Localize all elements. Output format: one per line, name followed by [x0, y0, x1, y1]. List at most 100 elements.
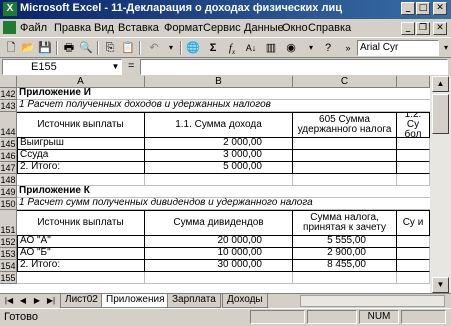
cell-d145[interactable] [397, 138, 430, 150]
print-icon[interactable]: 🖶 [61, 40, 77, 56]
minimize-icon[interactable]: _ [401, 2, 415, 15]
cell-c144[interactable]: 605 Сумма удержанного налога [293, 112, 397, 138]
cell-c147[interactable] [293, 162, 397, 174]
prev-sheet-icon[interactable]: ◀ [17, 295, 29, 307]
doc-close-icon[interactable]: ✕ [433, 22, 447, 35]
cell-b153[interactable]: 10 000,00 [145, 248, 293, 260]
row-header[interactable]: 145 [0, 138, 17, 150]
last-sheet-icon[interactable]: ▶| [45, 295, 57, 307]
cell-a146[interactable]: Ссуда [17, 150, 145, 162]
workbook-icon[interactable] [3, 21, 16, 34]
cell-a149[interactable]: Приложение К [17, 186, 430, 198]
cell-a142[interactable]: Приложение И [17, 88, 430, 100]
cell-b147[interactable]: 5 000,00 [145, 162, 293, 174]
cell-d152[interactable] [397, 236, 430, 248]
cell-c152[interactable]: 5 555,00 [293, 236, 397, 248]
cell-b146[interactable]: 3 000,00 [145, 150, 293, 162]
hyperlink-icon[interactable]: 🌐 [185, 40, 201, 56]
cell-a154[interactable]: 2. Итого: [17, 260, 145, 272]
name-box-dropdown-icon[interactable]: ▼ [110, 60, 121, 73]
menu-window[interactable]: Окно [282, 22, 308, 34]
cell-a144[interactable]: Источник выплаты [17, 112, 145, 138]
spreadsheet-grid[interactable]: A B C 142 Приложение И 143 1 Расчет получен… [0, 76, 451, 293]
column-header-a[interactable]: A [17, 76, 145, 88]
column-header-b[interactable]: B [145, 76, 293, 88]
cell-b148[interactable] [145, 174, 293, 186]
menu-tools[interactable]: Сервис [203, 22, 241, 34]
cell-d154[interactable] [397, 260, 430, 272]
zoom-dropdown-icon[interactable]: ▾ [303, 40, 319, 56]
scroll-thumb[interactable] [432, 94, 449, 134]
copy-icon[interactable]: ⎘ [102, 40, 118, 56]
select-all-corner[interactable] [0, 76, 17, 88]
sheet-tab-list02[interactable]: Лист02 [60, 294, 103, 308]
row-header[interactable]: 155 [0, 272, 17, 284]
menu-help[interactable]: Справка [308, 22, 351, 34]
cell-a147[interactable]: 2. Итого: [17, 162, 145, 174]
open-icon[interactable]: 📂 [20, 40, 36, 56]
cell-d148[interactable] [397, 174, 430, 186]
cell-a143[interactable]: 1 Расчет полученных доходов и удержанных… [17, 100, 430, 112]
help-icon[interactable]: ? [320, 40, 336, 56]
cell-d144[interactable]: 1.2. Су бол [397, 112, 430, 138]
cell-b155[interactable] [145, 272, 293, 284]
cell-d155[interactable] [397, 272, 430, 284]
undo-icon[interactable]: ↶ [146, 40, 162, 56]
row-header[interactable]: 151 [0, 210, 17, 236]
scroll-up-icon[interactable]: ▲ [432, 76, 449, 92]
cell-a148[interactable] [17, 174, 145, 186]
font-name-select[interactable]: Arial Cyr [357, 40, 439, 56]
row-header[interactable]: 153 [0, 248, 17, 260]
chart-icon[interactable]: ▥ [263, 40, 279, 56]
zoom-icon[interactable]: ◉ [283, 40, 299, 56]
cell-c154[interactable]: 8 455,00 [293, 260, 397, 272]
save-icon[interactable]: 💾 [37, 40, 53, 56]
cell-d146[interactable] [397, 150, 430, 162]
name-box[interactable]: E155 [2, 59, 122, 75]
cell-a155[interactable] [17, 272, 145, 284]
cell-b154[interactable]: 30 000,00 [145, 260, 293, 272]
sum-icon[interactable]: Σ [205, 40, 221, 56]
cell-d147[interactable] [397, 162, 430, 174]
preview-icon[interactable]: 🔍 [78, 40, 94, 56]
row-header[interactable]: 150 [0, 198, 17, 210]
cell-d151[interactable]: Су и [397, 210, 430, 236]
column-header-c[interactable]: C [293, 76, 397, 88]
doc-restore-icon[interactable]: ❐ [416, 22, 430, 35]
row-header[interactable]: 154 [0, 260, 17, 272]
column-header-d[interactable] [397, 76, 430, 88]
menu-edit[interactable]: Правка [54, 22, 91, 34]
vertical-scrollbar[interactable]: ▲ ▼ [430, 76, 451, 293]
row-header[interactable]: 149 [0, 186, 17, 198]
scroll-down-icon[interactable]: ▼ [432, 277, 449, 293]
new-file-icon[interactable]: 🗋 [3, 40, 19, 56]
cell-a145[interactable]: Выигрыш [17, 138, 145, 150]
sheet-tab-zarplata[interactable]: Зарплата [167, 294, 221, 308]
cell-d153[interactable] [397, 248, 430, 260]
cell-b145[interactable]: 2 000,00 [145, 138, 293, 150]
row-header[interactable]: 142 [0, 88, 17, 100]
menu-insert[interactable]: Вставка [118, 22, 159, 34]
cell-c155[interactable] [293, 272, 397, 284]
row-header[interactable]: 147 [0, 162, 17, 174]
more-buttons-icon[interactable]: » [340, 40, 356, 56]
cell-c146[interactable] [293, 150, 397, 162]
menu-view[interactable]: Вид [94, 22, 114, 34]
first-sheet-icon[interactable]: |◀ [3, 295, 15, 307]
formula-input[interactable] [140, 59, 448, 75]
font-dropdown-icon[interactable]: ▾ [438, 40, 451, 56]
row-header[interactable]: 152 [0, 236, 17, 248]
row-header[interactable]: 148 [0, 174, 17, 186]
next-sheet-icon[interactable]: ▶ [31, 295, 43, 307]
title-bar[interactable]: X Microsoft Excel - 11-Декларация о дохо… [0, 0, 451, 19]
cell-c153[interactable]: 2 900,00 [293, 248, 397, 260]
sort-asc-icon[interactable]: A↓ [243, 40, 259, 56]
cell-c151[interactable]: Сумма налога, принятая к зачету [293, 210, 397, 236]
row-header[interactable]: 146 [0, 150, 17, 162]
formula-equals[interactable]: = [128, 60, 134, 72]
close-icon[interactable]: ✕ [433, 2, 447, 15]
cell-c148[interactable] [293, 174, 397, 186]
maximize-icon[interactable]: □ [416, 2, 430, 15]
function-icon[interactable]: fx [224, 40, 240, 56]
row-header[interactable]: 144 [0, 112, 17, 138]
